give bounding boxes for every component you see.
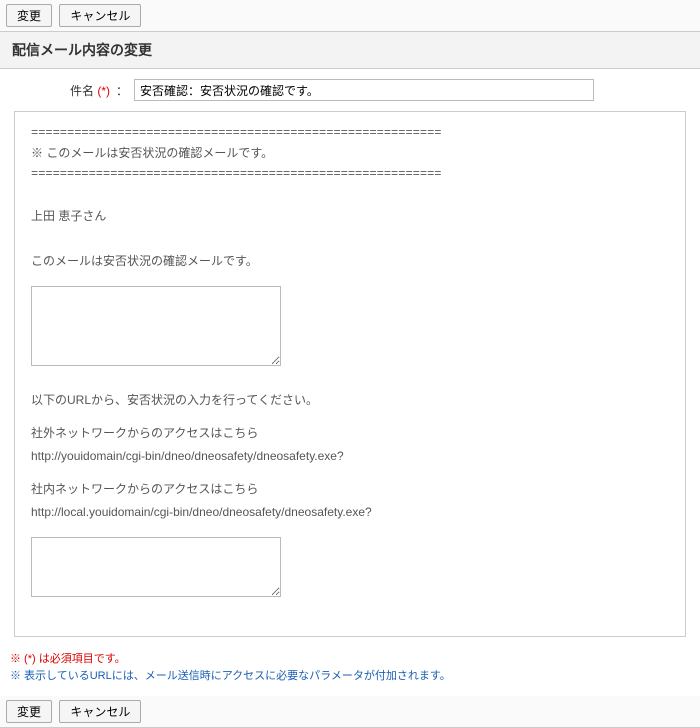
subject-input[interactable] <box>134 79 594 101</box>
internal-access-url: http://local.youidomain/cgi-bin/dneo/dne… <box>31 503 669 522</box>
required-note: ※ (*) は必須項目です。 <box>10 651 690 669</box>
bottom-toolbar: 変更 キャンセル <box>0 696 700 728</box>
footer-notes: ※ (*) は必須項目です。 ※ 表示しているURLには、メール送信時にアクセス… <box>0 647 700 696</box>
required-mark: (*) <box>97 84 110 98</box>
separator-bottom: ========================================… <box>31 167 669 181</box>
subject-colon: ： <box>114 82 134 99</box>
body-note-line: ※ このメールは安否状況の確認メールです。 <box>31 144 669 163</box>
url-note: ※ 表示しているURLには、メール送信時にアクセスに必要なパラメータが付加されま… <box>10 668 690 686</box>
subject-label-wrap: 件名 (*) <box>14 82 114 99</box>
top-toolbar: 変更 キャンセル <box>0 0 700 32</box>
change-button-top[interactable]: 変更 <box>6 4 52 27</box>
message-textarea-2[interactable] <box>31 537 281 597</box>
subject-label: 件名 <box>70 84 94 98</box>
external-access-label: 社外ネットワークからのアクセスはこちら <box>31 424 669 443</box>
change-button-bottom[interactable]: 変更 <box>6 700 52 723</box>
cancel-button-bottom[interactable]: キャンセル <box>59 700 141 723</box>
intro-line: このメールは安否状況の確認メールです。 <box>31 252 669 271</box>
external-access-url: http://youidomain/cgi-bin/dneo/dneosafet… <box>31 447 669 466</box>
section-title: 配信メール内容の変更 <box>0 32 700 69</box>
subject-row: 件名 (*) ： <box>14 79 686 101</box>
instruction-line: 以下のURLから、安否状況の入力を行ってください。 <box>31 391 669 410</box>
internal-access-label: 社内ネットワークからのアクセスはこちら <box>31 480 669 499</box>
message-textarea-1[interactable] <box>31 286 281 366</box>
form-area: 件名 (*) ： ===============================… <box>0 69 700 647</box>
mail-body-box: ========================================… <box>14 111 686 637</box>
separator-top: ========================================… <box>31 126 669 140</box>
recipient-name: 上田 恵子さん <box>31 207 669 226</box>
cancel-button-top[interactable]: キャンセル <box>59 4 141 27</box>
